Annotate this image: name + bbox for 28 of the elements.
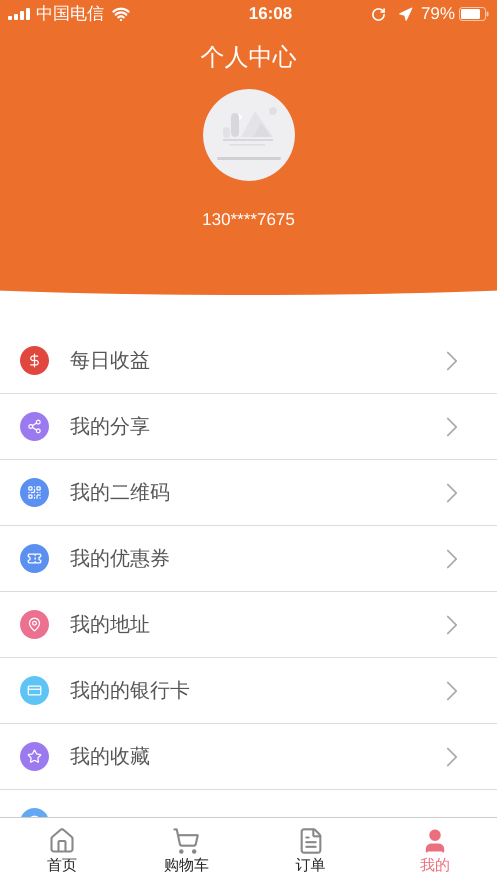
menu-item[interactable]: 我的二维码 [0,460,497,526]
carrier-name: 中国电信 [36,3,104,26]
home-icon [48,827,76,856]
menu-item[interactable]: 我的的银行卡 [0,658,497,724]
tab-item[interactable]: 购物车 [124,818,248,883]
location-arrow-icon [398,6,413,22]
menu-label: 我的收藏 [70,744,150,770]
battery-percent: 79% [420,3,455,26]
menu-label: 每日收益 [70,348,150,374]
cart-icon [172,827,200,856]
signal-icon [8,8,32,20]
wifi-icon [112,5,130,23]
page-title: 个人中心 [200,43,296,73]
battery-icon [458,7,489,21]
tab-item[interactable]: 首页 [0,818,124,883]
menu-item[interactable]: 我的分享 [0,394,497,460]
menu-item[interactable]: 我的优惠券 [0,526,497,592]
clock-time: 16:08 [248,3,292,26]
menu-item[interactable]: 我的收藏 [0,724,497,790]
menu-label: 我的的银行卡 [70,678,190,704]
menu-label: 我的优惠券 [70,546,170,572]
menu-label: 我的二维码 [70,480,170,506]
menu-label: 我的地址 [70,612,150,638]
menu-item[interactable]: 每日收益 [0,328,497,394]
menu-label: 我的分享 [70,414,150,440]
menu-item[interactable]: 我的地址 [0,592,497,658]
tab-item[interactable]: 订单 [248,818,373,883]
phone-number: 130****7675 [202,209,295,231]
